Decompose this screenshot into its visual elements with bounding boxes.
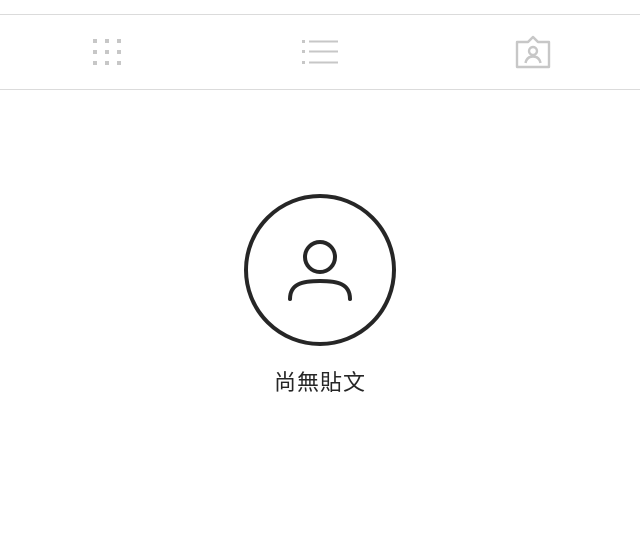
tagged-user-icon xyxy=(514,34,552,70)
user-circle-icon xyxy=(244,194,396,346)
profile-posts-page: 尚無貼文 xyxy=(0,0,640,554)
grid-icon xyxy=(92,37,122,67)
tab-tagged[interactable] xyxy=(427,15,640,89)
empty-state-title: 尚無貼文 xyxy=(273,371,366,396)
list-icon xyxy=(301,37,338,67)
profile-tab-bar xyxy=(0,15,640,90)
tab-grid[interactable] xyxy=(0,15,213,89)
empty-posts-state: 尚無貼文 xyxy=(0,194,640,398)
tab-feed[interactable] xyxy=(213,15,426,89)
